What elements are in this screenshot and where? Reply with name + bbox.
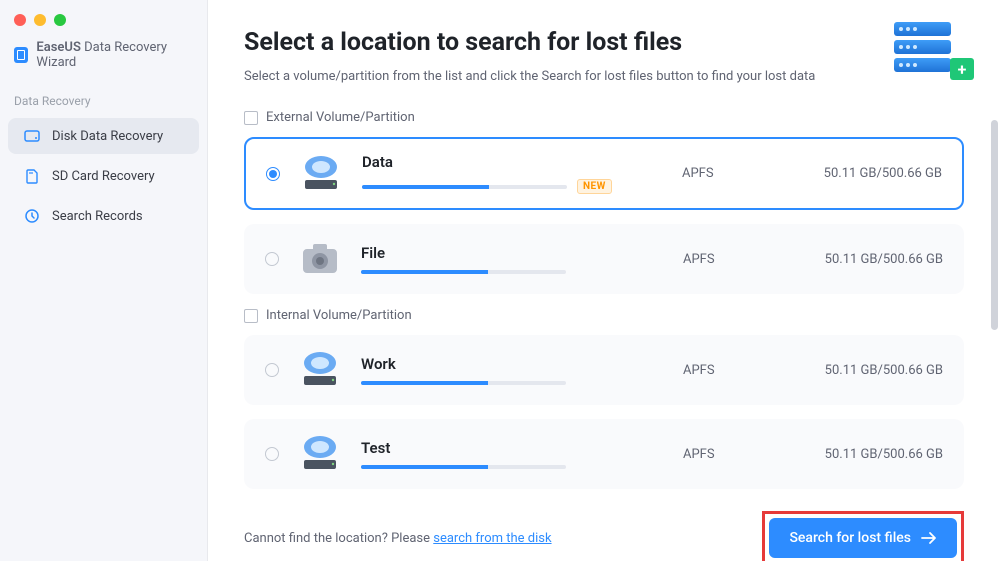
app-brand: EaseUS (36, 40, 80, 55)
volume-fs: APFS (683, 447, 763, 462)
volume-fs: APFS (682, 166, 762, 181)
sidebar-item-search-records[interactable]: Search Records (8, 198, 199, 234)
search-for-lost-files-button[interactable]: Search for lost files (769, 518, 957, 558)
disk-glyph-icon (244, 309, 258, 323)
volume-card-file[interactable]: File APFS 50.11 GB/500.66 GB (244, 224, 964, 294)
main-content: Select a location to search for lost fil… (208, 0, 1000, 561)
sidebar-item-label: SD Card Recovery (52, 169, 155, 184)
volume-card-work[interactable]: Work APFS 50.11 GB/500.66 GB (244, 335, 964, 405)
volume-card-test[interactable]: Test APFS 50.11 GB/500.66 GB (244, 419, 964, 489)
page-title: Select a location to search for lost fil… (244, 28, 964, 57)
hdd-icon (300, 154, 342, 194)
volume-size: 50.11 GB/500.66 GB (783, 252, 943, 267)
sidebar-item-disk-data-recovery[interactable]: Disk Data Recovery (8, 118, 199, 154)
new-badge: NEW (577, 179, 612, 194)
volume-card-data[interactable]: Data NEW APFS 50.11 GB/500.66 GB (244, 137, 964, 210)
hdd-icon (299, 434, 341, 474)
window-controls (0, 0, 207, 36)
volume-name: Work (361, 355, 396, 373)
close-window-button[interactable] (14, 14, 26, 26)
radio-button[interactable] (265, 363, 279, 377)
volume-size: 50.11 GB/500.66 GB (783, 447, 943, 462)
section-external-title: External Volume/Partition (244, 110, 964, 125)
page-subtitle: Select a volume/partition from the list … (244, 69, 964, 84)
sidebar: EaseUS Data Recovery Wizard Data Recover… (0, 0, 208, 561)
maximize-window-button[interactable] (54, 14, 66, 26)
usage-bar (361, 270, 566, 274)
footer-text: Cannot find the location? Please search … (244, 531, 552, 546)
volume-size: 50.11 GB/500.66 GB (783, 363, 943, 378)
volume-name: Test (361, 439, 390, 457)
clock-icon (24, 208, 40, 224)
search-from-disk-link[interactable]: search from the disk (433, 531, 551, 546)
sdcard-icon (24, 168, 40, 184)
usage-bar (361, 381, 566, 385)
usage-bar (362, 185, 567, 189)
sidebar-item-sd-card-recovery[interactable]: SD Card Recovery (8, 158, 199, 194)
section-internal-title: Internal Volume/Partition (244, 308, 964, 323)
radio-button[interactable] (266, 167, 280, 181)
scrollbar[interactable] (991, 120, 998, 330)
usage-bar (361, 465, 566, 469)
footer: Cannot find the location? Please search … (244, 511, 964, 561)
volume-size: 50.11 GB/500.66 GB (782, 166, 942, 181)
radio-button[interactable] (265, 447, 279, 461)
main-header: Select a location to search for lost fil… (244, 28, 964, 84)
sidebar-item-label: Disk Data Recovery (52, 129, 163, 144)
disk-glyph-icon (244, 111, 258, 125)
volume-fs: APFS (683, 252, 763, 267)
disk-icon (24, 128, 40, 144)
plus-icon: + (950, 58, 974, 80)
app-title: EaseUS Data Recovery Wizard (0, 36, 207, 88)
hdd-icon (299, 350, 341, 390)
volume-name: Data (362, 153, 393, 171)
volume-fs: APFS (683, 363, 763, 378)
sidebar-section-label: Data Recovery (0, 88, 207, 116)
radio-button[interactable] (265, 252, 279, 266)
minimize-window-button[interactable] (34, 14, 46, 26)
volume-name: File (361, 244, 385, 262)
camera-icon (299, 239, 341, 279)
search-button-highlight: Search for lost files (762, 511, 964, 561)
arrow-right-icon (921, 531, 937, 545)
sidebar-item-label: Search Records (52, 209, 143, 224)
app-icon (14, 47, 28, 63)
server-illustration: + (894, 22, 964, 82)
